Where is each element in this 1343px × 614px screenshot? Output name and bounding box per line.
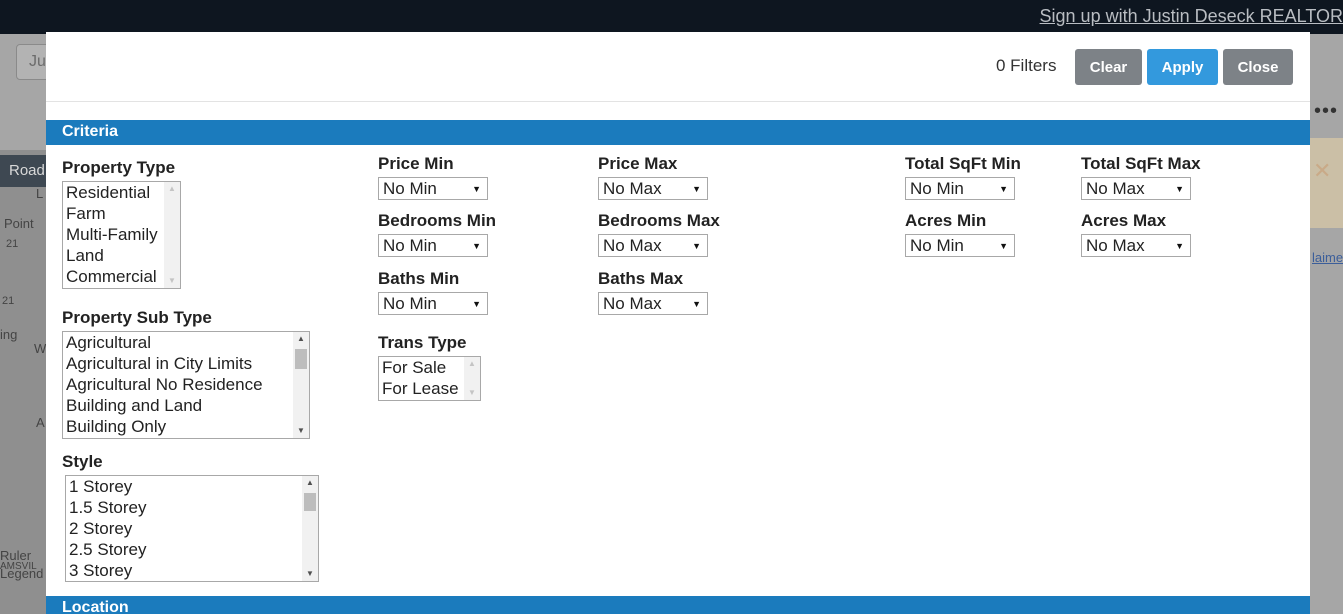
map-label: W — [34, 341, 47, 356]
acres-min-select[interactable]: No Min ▼ — [905, 234, 1015, 257]
list-item[interactable]: Farm — [63, 203, 180, 224]
bedrooms-max-select[interactable]: No Max ▼ — [598, 234, 708, 257]
total-sqft-min-label: Total SqFt Min — [905, 154, 1021, 173]
scroll-up-icon[interactable]: ▲ — [302, 476, 318, 490]
baths-min-value: No Min — [383, 294, 437, 313]
list-item[interactable]: Land — [63, 245, 180, 266]
baths-min-select[interactable]: No Min ▼ — [378, 292, 488, 315]
caret-down-icon: ▼ — [472, 241, 481, 251]
signup-link[interactable]: Sign up with Justin Deseck REALTOR — [1040, 6, 1343, 27]
top-bar: Sign up with Justin Deseck REALTOR — [0, 0, 1343, 34]
list-item[interactable]: Building Only — [63, 416, 309, 437]
caret-down-icon: ▼ — [472, 299, 481, 309]
acres-max-select[interactable]: No Max ▼ — [1081, 234, 1191, 257]
baths-max-select[interactable]: No Max ▼ — [598, 292, 708, 315]
caret-down-icon: ▼ — [692, 299, 701, 309]
scroll-thumb[interactable] — [304, 493, 316, 511]
map-label: Point — [4, 216, 34, 231]
scroll-down-icon[interactable]: ▼ — [464, 386, 480, 400]
filters-count: 0 Filters — [996, 56, 1057, 75]
property-sub-type-label: Property Sub Type — [62, 308, 212, 327]
scroll-down-icon[interactable]: ▼ — [302, 567, 318, 581]
map-label: ing — [0, 327, 18, 342]
map-label: Legend — [0, 566, 44, 581]
scroll-up-icon[interactable]: ▲ — [464, 357, 480, 371]
caret-down-icon: ▼ — [999, 184, 1008, 194]
acres-min-value: No Min — [910, 236, 964, 255]
acres-max-label: Acres Max — [1081, 211, 1167, 230]
property-type-label: Property Type — [62, 158, 176, 177]
list-item[interactable]: Agricultural No Residence — [63, 374, 309, 395]
map-label: L — [36, 186, 44, 201]
caret-down-icon: ▼ — [472, 184, 481, 194]
scrollbar[interactable]: ▲ ▼ — [464, 357, 480, 400]
bedrooms-max-value: No Max — [603, 236, 662, 255]
list-item[interactable]: Residential — [63, 182, 180, 203]
baths-min-label: Baths Min — [378, 269, 460, 288]
list-item[interactable]: Building and Land — [63, 395, 309, 416]
caret-down-icon: ▼ — [999, 241, 1008, 251]
property-type-listbox[interactable]: Residential Farm Multi-Family Land Comme… — [62, 181, 181, 289]
modal-header: 0 Filters Clear Apply Close — [46, 32, 1310, 102]
acres-min-label: Acres Min — [905, 211, 987, 230]
bedrooms-min-label: Bedrooms Min — [378, 211, 497, 230]
list-item[interactable]: 1 Storey — [66, 476, 318, 497]
total-sqft-min-select[interactable]: No Min ▼ — [905, 177, 1015, 200]
list-item[interactable]: 2.5 Storey — [66, 539, 318, 560]
scroll-down-icon[interactable]: ▼ — [293, 424, 309, 438]
list-item[interactable]: 1.5 Storey — [66, 497, 318, 518]
more-options-icon[interactable]: ••• — [1314, 100, 1338, 123]
bedrooms-max-label: Bedrooms Max — [598, 211, 720, 230]
scroll-up-icon[interactable]: ▲ — [164, 182, 180, 196]
caret-down-icon: ▼ — [1175, 184, 1184, 194]
list-item[interactable]: Commercial — [63, 266, 180, 287]
list-item[interactable]: Agricultural in City Limits — [63, 353, 309, 374]
list-item[interactable]: Agricultural — [63, 332, 309, 353]
total-sqft-max-value: No Max — [1086, 179, 1145, 198]
price-max-value: No Max — [603, 179, 662, 198]
caret-down-icon: ▼ — [692, 184, 701, 194]
clear-button[interactable]: Clear — [1075, 49, 1142, 85]
acres-max-value: No Max — [1086, 236, 1145, 255]
price-max-select[interactable]: No Max ▼ — [598, 177, 708, 200]
caret-down-icon: ▼ — [692, 241, 701, 251]
location-section-header[interactable]: Location — [46, 596, 1310, 614]
scroll-up-icon[interactable]: ▲ — [293, 332, 309, 346]
map-label: 21 — [2, 295, 15, 307]
apply-button[interactable]: Apply — [1147, 49, 1218, 85]
scrollbar[interactable]: ▲ ▼ — [164, 182, 180, 288]
list-item[interactable]: 2 Storey — [66, 518, 318, 539]
map-label: A — [36, 415, 45, 430]
baths-max-value: No Max — [603, 294, 662, 313]
bedrooms-min-select[interactable]: No Min ▼ — [378, 234, 488, 257]
property-sub-type-listbox[interactable]: Agricultural Agricultural in City Limits… — [62, 331, 310, 439]
price-max-label: Price Max — [598, 154, 678, 173]
style-listbox[interactable]: 1 Storey 1.5 Storey 2 Storey 2.5 Storey … — [65, 475, 319, 582]
map-label: 21 — [6, 238, 19, 250]
total-sqft-max-label: Total SqFt Max — [1081, 154, 1201, 173]
criteria-section-header[interactable]: Criteria — [46, 120, 1310, 145]
scrollbar[interactable]: ▲ ▼ — [302, 476, 318, 581]
price-min-label: Price Min — [378, 154, 454, 173]
map-roads-tab[interactable]: Road — [0, 155, 46, 187]
baths-max-label: Baths Max — [598, 269, 684, 288]
scroll-down-icon[interactable]: ▼ — [164, 274, 180, 288]
filter-modal: 0 Filters Clear Apply Close Criteria Pro… — [46, 32, 1310, 614]
price-min-value: No Min — [383, 179, 437, 198]
disclaimer-link[interactable]: laimer — [1312, 250, 1343, 265]
price-min-select[interactable]: No Min ▼ — [378, 177, 488, 200]
scroll-thumb[interactable] — [295, 349, 307, 369]
total-sqft-max-select[interactable]: No Max ▼ — [1081, 177, 1191, 200]
list-item[interactable]: Multi-Family — [63, 224, 180, 245]
bedrooms-min-value: No Min — [383, 236, 437, 255]
list-item[interactable]: 3 Storey — [66, 560, 318, 581]
style-label: Style — [62, 452, 103, 471]
total-sqft-min-value: No Min — [910, 179, 964, 198]
caret-down-icon: ▼ — [1175, 241, 1184, 251]
close-icon[interactable]: ✕ — [1313, 158, 1331, 184]
close-button[interactable]: Close — [1223, 49, 1293, 85]
trans-type-listbox[interactable]: For Sale For Lease ▲ ▼ — [378, 356, 481, 401]
scrollbar[interactable]: ▲ ▼ — [293, 332, 309, 438]
trans-type-label: Trans Type — [378, 333, 467, 352]
